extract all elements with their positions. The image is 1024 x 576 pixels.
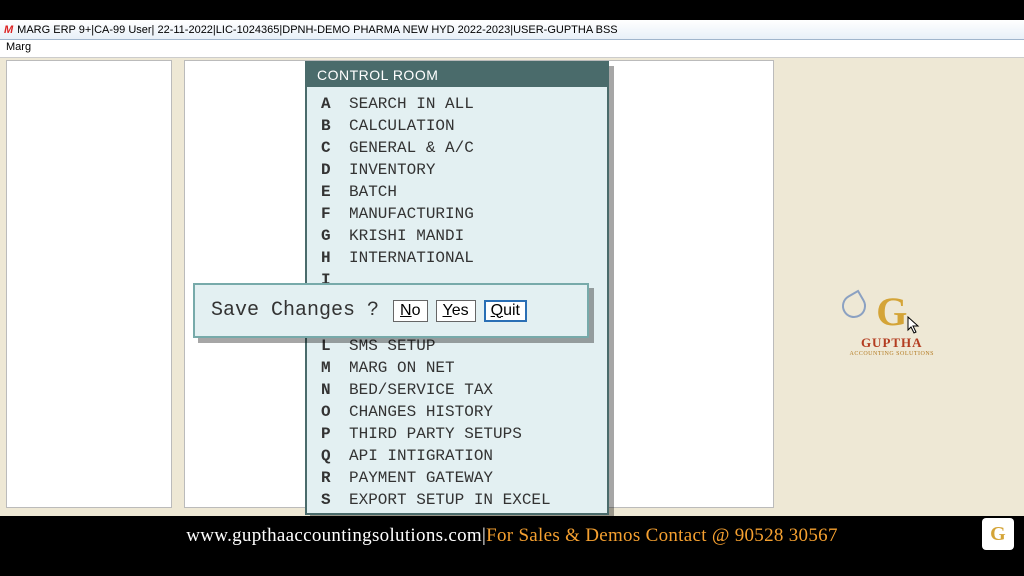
- guptha-logo-sub: ACCOUNTING SOLUTIONS: [850, 351, 935, 357]
- menu-item-manufacturing[interactable]: FMANUFACTURING: [307, 203, 607, 225]
- menu-item-international[interactable]: HINTERNATIONAL: [307, 247, 607, 269]
- letterbox-bottom: [0, 556, 1024, 576]
- yes-button[interactable]: Yes: [436, 300, 476, 322]
- menu-item-changes-history[interactable]: OCHANGES HISTORY: [307, 401, 607, 423]
- menu-item-general-ac[interactable]: CGENERAL & A/C: [307, 137, 607, 159]
- menu-item-bed-service-tax[interactable]: NBED/SERVICE TAX: [307, 379, 607, 401]
- footer-phone: 90528 30567: [735, 525, 838, 546]
- menu-item-sms-setup[interactable]: LSMS SETUP: [307, 335, 607, 357]
- menu-item-calculation[interactable]: BCALCULATION: [307, 115, 607, 137]
- menu-item-batch[interactable]: EBATCH: [307, 181, 607, 203]
- menu-item-payment-gateway[interactable]: RPAYMENT GATEWAY: [307, 467, 607, 489]
- window-titlebar: M MARG ERP 9+|CA-99 User| 22-11-2022|LIC…: [0, 20, 1024, 40]
- quit-button[interactable]: Quit: [484, 300, 527, 322]
- workspace: CONTROL ROOM ASEARCH IN ALL BCALCULATION…: [0, 58, 1024, 516]
- guptha-icon-small: G: [982, 518, 1014, 550]
- letterbox-top: [0, 0, 1024, 20]
- guptha-logo-g: G: [850, 288, 935, 335]
- dialog-prompt: Save Changes ?: [211, 299, 379, 322]
- menu-item-api-intigration[interactable]: QAPI INTIGRATION: [307, 445, 607, 467]
- footer-site: www.gupthaaccountingsolutions.com: [186, 525, 482, 547]
- center-pane: CONTROL ROOM ASEARCH IN ALL BCALCULATION…: [184, 60, 774, 508]
- menu-item-marg-on-net[interactable]: MMARG ON NET: [307, 357, 607, 379]
- menu-item-marg[interactable]: Marg: [6, 41, 31, 53]
- save-changes-dialog: Save Changes ? No Yes Quit: [193, 283, 589, 338]
- menu-item-export-setup[interactable]: SEXPORT SETUP IN EXCEL: [307, 489, 607, 511]
- menu-item-inventory[interactable]: DINVENTORY: [307, 159, 607, 181]
- menu-item-third-party-setups[interactable]: PTHIRD PARTY SETUPS: [307, 423, 607, 445]
- window-title: MARG ERP 9+|CA-99 User| 22-11-2022|LIC-1…: [17, 24, 617, 36]
- app-window: M MARG ERP 9+|CA-99 User| 22-11-2022|LIC…: [0, 20, 1024, 556]
- footer-cta: For Sales & Demos Contact @: [486, 525, 735, 546]
- menu-bar[interactable]: Marg: [0, 40, 1024, 58]
- control-room-title: CONTROL ROOM: [307, 63, 607, 87]
- no-button[interactable]: No: [393, 300, 427, 322]
- left-pane: [6, 60, 172, 508]
- guptha-logo: G GUPTHA ACCOUNTING SOLUTIONS: [850, 288, 935, 357]
- menu-item-search-in-all[interactable]: ASEARCH IN ALL: [307, 93, 607, 115]
- footer-banner: www.gupthaaccountingsolutions.com | For …: [0, 516, 1024, 556]
- marg-logo-icon: M: [4, 24, 13, 36]
- menu-item-krishi-mandi[interactable]: GKRISHI MANDI: [307, 225, 607, 247]
- guptha-logo-name: GUPTHA: [850, 335, 935, 351]
- right-gap: [784, 60, 1016, 508]
